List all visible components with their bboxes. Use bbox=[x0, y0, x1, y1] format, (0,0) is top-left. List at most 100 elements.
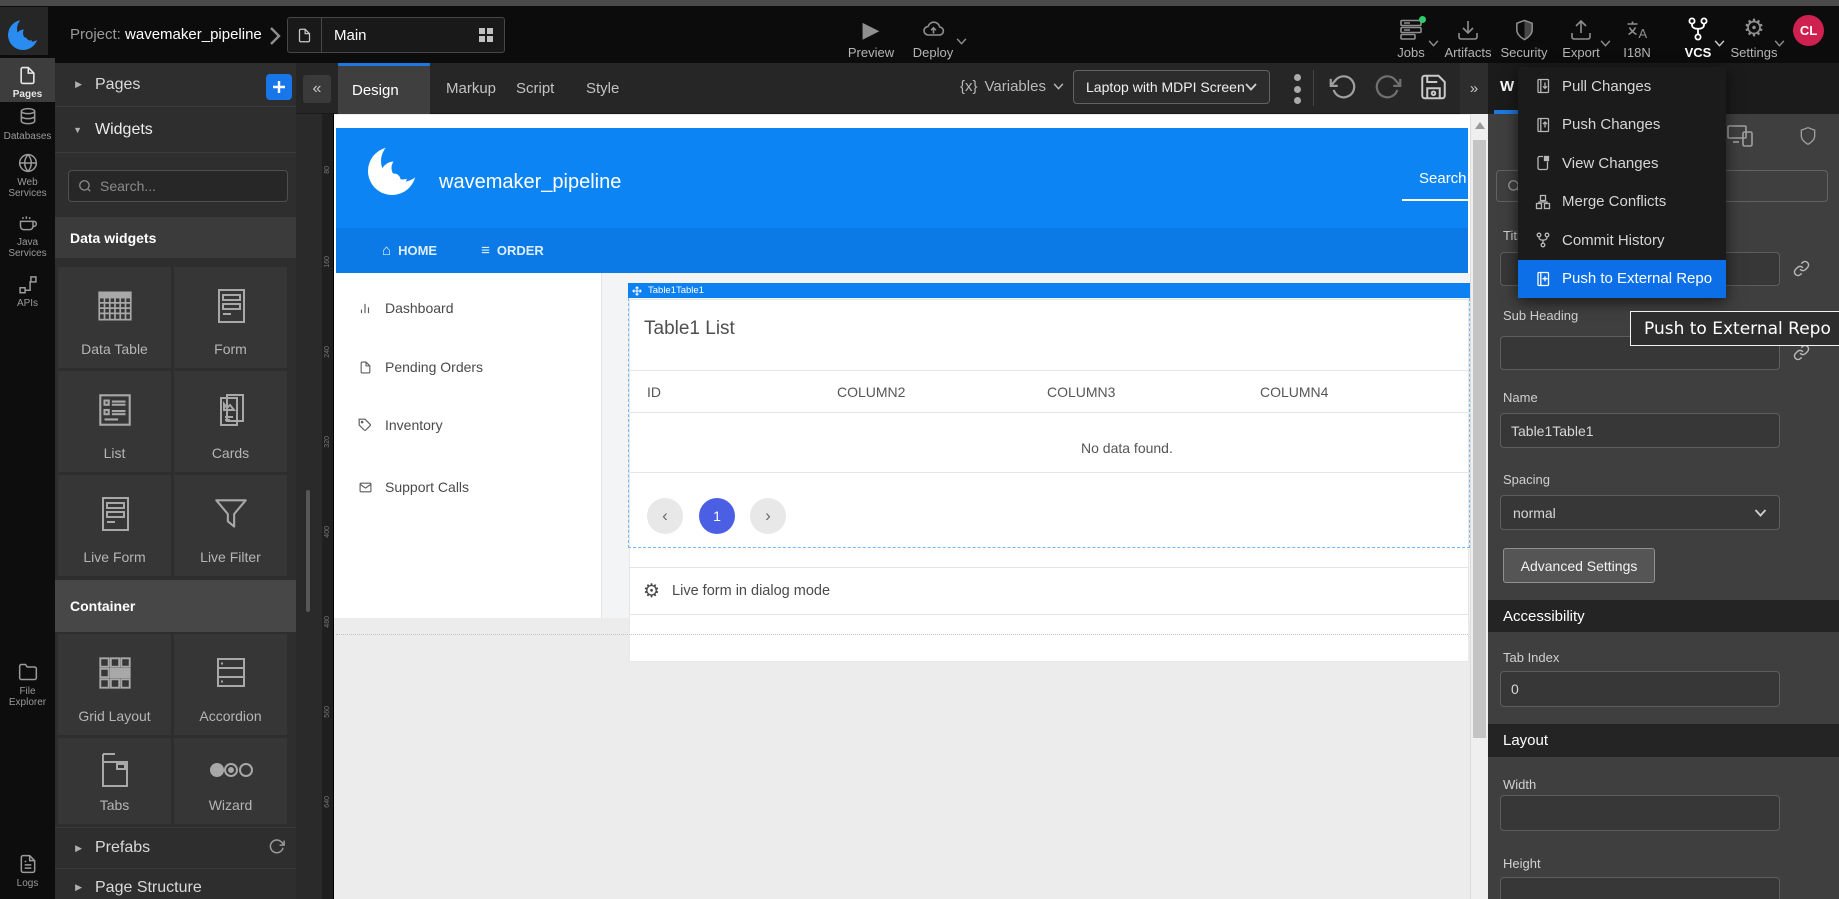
wizard-icon bbox=[209, 762, 253, 778]
widget-tile-cards[interactable]: Cards bbox=[174, 371, 287, 472]
column-header-column2[interactable]: COLUMN2 bbox=[837, 384, 905, 400]
rail-item-logs[interactable]: Logs bbox=[0, 854, 55, 889]
pagination-prev-button[interactable]: ‹ bbox=[647, 498, 683, 534]
spacing-select[interactable]: normal bbox=[1500, 495, 1780, 530]
menu-item-merge-conflicts[interactable]: Merge Conflicts bbox=[1518, 183, 1726, 222]
redo-button[interactable] bbox=[1373, 73, 1403, 101]
empty-table-message: No data found. bbox=[1081, 440, 1173, 456]
widgets-accordion[interactable]: ▼ Widgets bbox=[55, 107, 296, 153]
tooltip: Push to External Repo bbox=[1630, 311, 1839, 346]
tab-markup[interactable]: Markup bbox=[432, 63, 510, 114]
tab-design[interactable]: Design bbox=[338, 63, 430, 114]
rail-item-web-services[interactable]: Web Services bbox=[0, 153, 55, 199]
widget-tile-live-form[interactable]: Live Form bbox=[58, 475, 171, 576]
app-header[interactable]: wavemaker_pipeline Search ⌂ HOME ≡ ORDER bbox=[336, 128, 1468, 273]
column-header-column4[interactable]: COLUMN4 bbox=[1260, 384, 1328, 400]
variables-button[interactable]: {x} Variables bbox=[960, 78, 1064, 95]
height-input[interactable] bbox=[1500, 877, 1780, 899]
pages-accordion[interactable]: ▶ Pages bbox=[55, 63, 296, 107]
rail-item-pages[interactable]: Pages bbox=[0, 58, 55, 102]
tag-icon bbox=[357, 418, 373, 432]
more-options-button[interactable] bbox=[1290, 74, 1304, 104]
bind-link-icon[interactable] bbox=[1793, 260, 1810, 277]
widget-search[interactable] bbox=[68, 170, 288, 202]
artifacts-button[interactable]: Artifacts bbox=[1440, 14, 1496, 60]
security-button[interactable]: Security bbox=[1498, 14, 1550, 60]
rail-item-java-services[interactable]: Java Services bbox=[0, 213, 55, 259]
vcs-button[interactable]: VCS bbox=[1676, 14, 1720, 60]
undo-button[interactable] bbox=[1328, 73, 1358, 101]
shield-outline-icon[interactable] bbox=[1798, 125, 1818, 147]
i18n-button[interactable]: A I18N bbox=[1612, 14, 1662, 60]
app-search-link[interactable]: Search bbox=[1419, 170, 1467, 187]
column-header-id[interactable]: ID bbox=[647, 384, 661, 400]
selected-widget-bar[interactable]: Table1Table1 bbox=[628, 283, 1470, 298]
widget-search-input[interactable] bbox=[100, 178, 270, 194]
menu-item-commit-history[interactable]: Commit History bbox=[1518, 221, 1726, 260]
preview-button[interactable]: ▶ Preview bbox=[842, 14, 900, 60]
settings-button[interactable]: ⚙ Settings bbox=[1726, 14, 1782, 60]
page-preview: wavemaker_pipeline Search ⌂ HOME ≡ ORDER… bbox=[334, 115, 1470, 618]
menu-item-pull-changes[interactable]: Pull Changes bbox=[1518, 67, 1726, 106]
nav-home[interactable]: HOME bbox=[398, 243, 437, 258]
column-header-column3[interactable]: COLUMN3 bbox=[1047, 384, 1115, 400]
pagination-next-button[interactable]: › bbox=[750, 498, 786, 534]
advanced-settings-button[interactable]: Advanced Settings bbox=[1503, 548, 1655, 583]
canvas-scrollbar-thumb[interactable] bbox=[1473, 140, 1486, 738]
bind-link-icon[interactable] bbox=[1793, 344, 1810, 361]
page-tab-main[interactable]: Main bbox=[287, 17, 505, 53]
refresh-icon[interactable] bbox=[268, 838, 286, 856]
menu-item-pending-orders[interactable]: Pending Orders bbox=[336, 352, 601, 382]
widget-tile-tabs[interactable]: Tabs bbox=[58, 738, 171, 824]
panel-scrollbar[interactable] bbox=[306, 490, 310, 612]
widget-tile-grid-layout[interactable]: Grid Layout bbox=[58, 634, 171, 735]
pagination-page-1[interactable]: 1 bbox=[699, 498, 735, 534]
save-button[interactable] bbox=[1418, 72, 1449, 102]
menu-item-view-changes[interactable]: View Changes bbox=[1518, 144, 1726, 183]
widget-tile-wizard[interactable]: Wizard bbox=[174, 738, 287, 824]
menu-item-push-changes[interactable]: Push Changes bbox=[1518, 106, 1726, 145]
collapse-panel-button[interactable]: « bbox=[303, 75, 331, 103]
devices-icon[interactable] bbox=[1727, 125, 1754, 147]
tab-style[interactable]: Style bbox=[572, 63, 633, 114]
widget-tile-list[interactable]: List bbox=[58, 371, 171, 472]
export-upload-icon bbox=[1556, 14, 1606, 42]
rail-item-apis[interactable]: APIs bbox=[0, 274, 55, 309]
expand-panel-button[interactable]: » bbox=[1460, 63, 1488, 114]
export-button[interactable]: Export bbox=[1556, 14, 1606, 60]
widget-tile-form[interactable]: Form bbox=[174, 267, 287, 368]
tab-index-label: Tab Index bbox=[1503, 650, 1559, 665]
rail-item-file-explorer[interactable]: File Explorer bbox=[0, 662, 55, 708]
scroll-up-arrow-icon[interactable] bbox=[1475, 122, 1485, 129]
grid-view-icon[interactable] bbox=[478, 27, 494, 43]
menu-item-support-calls[interactable]: Support Calls bbox=[336, 472, 601, 502]
top-bar: Project: wavemaker_pipeline Main ▶ Previ… bbox=[0, 6, 1839, 63]
jobs-button[interactable]: Jobs bbox=[1386, 14, 1436, 60]
vcs-dropdown-menu: Pull Changes Push Changes View Changes M… bbox=[1518, 67, 1726, 298]
widget-tile-accordion[interactable]: Accordion bbox=[174, 634, 287, 735]
name-input[interactable] bbox=[1500, 413, 1780, 448]
tab-script[interactable]: Script bbox=[502, 63, 568, 114]
widget-tile-data-table[interactable]: Data Table bbox=[58, 267, 171, 368]
tab-index-input[interactable] bbox=[1500, 671, 1780, 707]
widget-tile-live-filter[interactable]: Live Filter bbox=[174, 475, 287, 576]
coffee-icon bbox=[0, 213, 55, 233]
deploy-button[interactable]: Deploy bbox=[905, 14, 961, 60]
device-selector[interactable]: Laptop with MDPI Screen bbox=[1073, 70, 1270, 104]
envelope-icon bbox=[357, 481, 373, 494]
page-structure-accordion[interactable]: ▶ Page Structure bbox=[55, 873, 296, 899]
rail-item-databases[interactable]: Databases bbox=[0, 107, 55, 142]
add-page-button[interactable] bbox=[266, 74, 292, 100]
menu-item-inventory[interactable]: Inventory bbox=[336, 410, 601, 440]
nav-order[interactable]: ORDER bbox=[497, 243, 544, 258]
width-input[interactable] bbox=[1500, 795, 1780, 831]
menu-item-dashboard[interactable]: Dashboard bbox=[336, 293, 601, 323]
tree-collapsed-icon: ▶ bbox=[55, 882, 82, 893]
user-avatar[interactable]: CL bbox=[1793, 15, 1824, 46]
menu-item-push-to-external-repo[interactable]: Push to External Repo bbox=[1518, 260, 1726, 299]
prefabs-accordion[interactable]: ▶ Prefabs bbox=[55, 827, 296, 869]
live-form-widget[interactable]: ⚙ Live form in dialog mode bbox=[629, 567, 1469, 615]
canvas-scrollbar[interactable] bbox=[1470, 114, 1488, 899]
project-label: Project: bbox=[70, 26, 121, 43]
properties-tab[interactable]: W bbox=[1500, 78, 1514, 95]
